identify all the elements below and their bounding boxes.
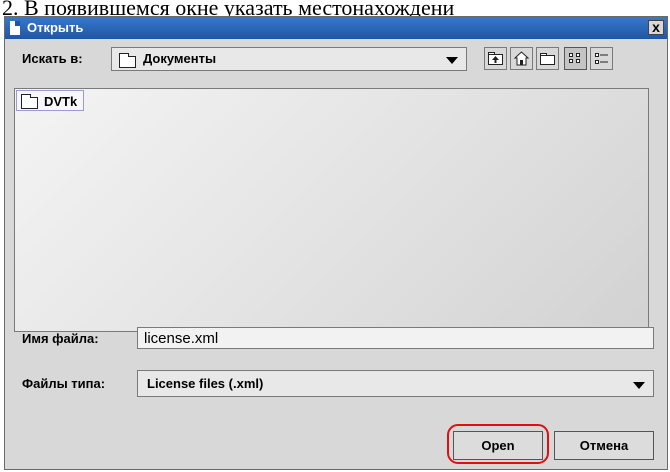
details-view-icon	[595, 53, 608, 64]
look-in-label: Искать в:	[22, 51, 83, 66]
close-button[interactable]: x	[648, 20, 664, 35]
details-view-button[interactable]	[590, 47, 613, 70]
document-icon	[10, 21, 20, 35]
look-in-value: Документы	[143, 51, 217, 66]
new-folder-button[interactable]	[536, 47, 559, 70]
file-type-value: License files (.xml)	[147, 376, 264, 391]
file-name-field	[137, 327, 654, 349]
look-in-combo[interactable]: Документы	[111, 47, 467, 71]
home-button[interactable]	[510, 47, 533, 70]
chevron-down-icon	[633, 382, 645, 389]
cancel-button[interactable]: Отмена	[554, 431, 654, 460]
up-folder-button[interactable]	[484, 47, 507, 70]
file-list[interactable]: DVTk	[14, 88, 649, 332]
list-item[interactable]: DVTk	[16, 90, 84, 111]
folder-icon	[21, 94, 38, 109]
highlight-annotation	[447, 424, 549, 464]
new-folder-icon	[540, 53, 555, 65]
dialog-titlebar[interactable]: Открыть x	[5, 17, 667, 39]
chevron-down-icon	[446, 57, 458, 64]
folder-icon	[119, 53, 136, 68]
list-view-icon	[569, 53, 580, 63]
list-view-button[interactable]	[564, 47, 587, 70]
list-item-name: DVTk	[44, 94, 78, 109]
up-folder-icon	[488, 52, 503, 65]
file-type-label: Файлы типа:	[22, 376, 106, 391]
file-type-combo[interactable]: License files (.xml)	[137, 370, 654, 397]
file-name-input[interactable]	[138, 328, 653, 348]
file-name-label: Имя файла:	[22, 331, 99, 346]
dialog-title: Открыть	[27, 20, 84, 35]
home-icon	[513, 51, 530, 66]
